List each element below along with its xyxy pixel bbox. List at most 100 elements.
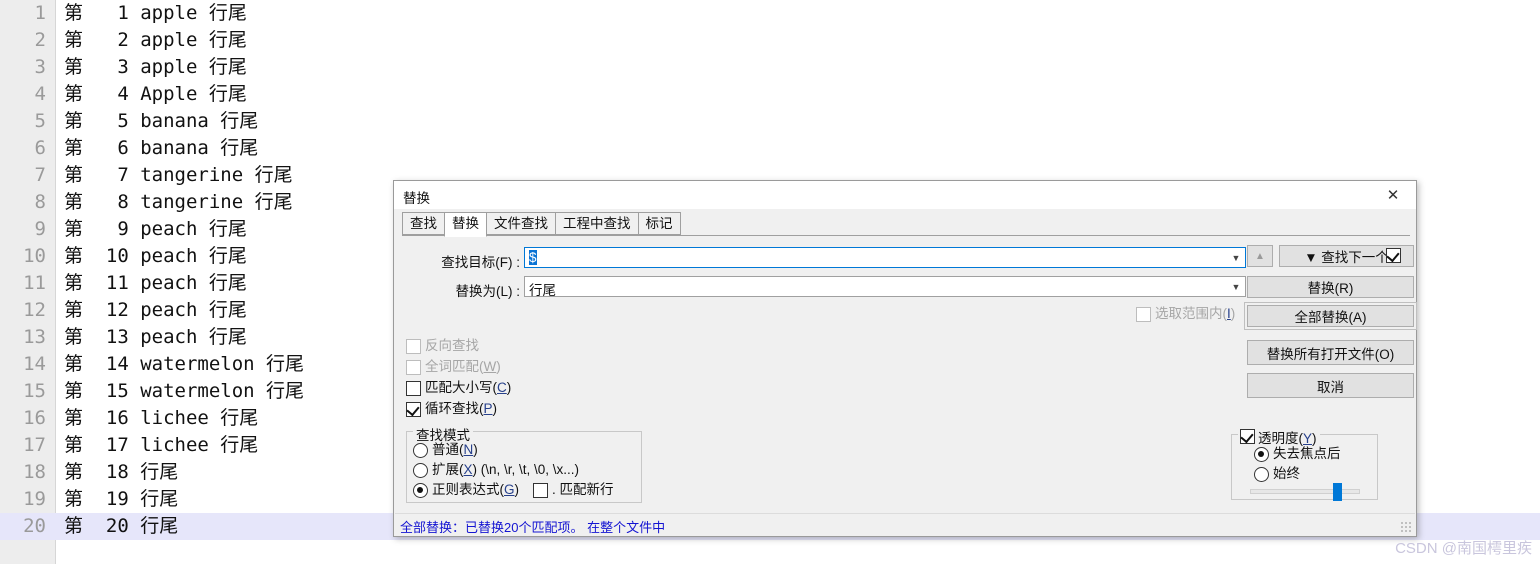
transparency-slider-track[interactable]: [1250, 489, 1360, 494]
transparency-accel: Y: [1303, 431, 1313, 446]
line-text: 第 2 apple 行尾: [64, 29, 247, 51]
transparency-title-wrap: 透明度(Y): [1238, 427, 1320, 447]
line-number: 4: [34, 83, 46, 105]
replace-all-button[interactable]: 全部替换(A): [1244, 302, 1417, 330]
resize-grip-icon[interactable]: [1400, 521, 1412, 533]
whole-word-label: 全词匹配: [425, 359, 479, 374]
line-number: 16: [23, 407, 46, 429]
tab-find-in-files[interactable]: 文件查找: [486, 212, 556, 235]
line-number: 2: [34, 29, 46, 51]
whole-word-accel: W: [483, 359, 497, 374]
line-text: 第 7 tangerine 行尾: [64, 164, 293, 186]
replace-with-input[interactable]: 行尾: [529, 279, 556, 299]
line-number: 3: [34, 56, 46, 78]
code-line[interactable]: 2 第 2 apple 行尾: [0, 27, 1540, 54]
line-number: 12: [23, 299, 46, 321]
replace-all-open-files-button[interactable]: 替换所有打开文件(O): [1247, 340, 1414, 365]
backward-search-label: 反向查找: [425, 338, 479, 353]
code-line[interactable]: 5 第 5 banana 行尾: [0, 108, 1540, 135]
radio-always[interactable]: 始终: [1254, 466, 1300, 482]
tabstrip: 查找 替换 文件查找 工程中查找 标记: [402, 212, 1410, 237]
backward-search-checkbox: 反向查找: [406, 338, 479, 354]
code-line[interactable]: 6 第 6 banana 行尾: [0, 135, 1540, 162]
dot-matches-newline-label: . 匹配新行: [552, 482, 614, 497]
tab-mark[interactable]: 标记: [637, 212, 681, 235]
line-number: 19: [23, 488, 46, 510]
radio-extended-suffix: (\n, \r, \t, \0, \x...): [477, 462, 580, 477]
wrap-around-label: 循环查找: [425, 401, 479, 416]
code-line[interactable]: 4 第 4 Apple 行尾: [0, 81, 1540, 108]
line-number: 13: [23, 326, 46, 348]
find-target-input[interactable]: $: [529, 250, 537, 265]
replace-button[interactable]: 替换(R): [1247, 276, 1414, 298]
replace-with-combobox[interactable]: 行尾 ▼: [524, 276, 1246, 299]
search-up-button[interactable]: ▲: [1247, 245, 1273, 267]
line-number: 18: [23, 461, 46, 483]
line-number: 5: [34, 110, 46, 132]
replace-with-label: 替换为(L) :: [455, 284, 520, 299]
tab-find[interactable]: 查找: [402, 212, 445, 235]
radio-extended[interactable]: 扩展(X) (\n, \r, \t, \0, \x...): [413, 462, 579, 478]
line-number: 11: [23, 272, 46, 294]
wrap-around-accel: P: [483, 401, 493, 416]
find-target-combobox[interactable]: $ ▼: [524, 247, 1246, 268]
replace-dialog[interactable]: 替换 ✕ 查找 替换 文件查找 工程中查找 标记 查找目标(F) : $ ▼ 替…: [393, 180, 1417, 537]
find-target-value: $: [529, 250, 537, 265]
line-text: 第 12 peach 行尾: [64, 299, 247, 321]
code-line[interactable]: 1 第 1 apple 行尾: [0, 0, 1540, 27]
line-number: 8: [34, 191, 46, 213]
dialog-body: 查找 替换 文件查找 工程中查找 标记 查找目标(F) : $ ▼ 替换为(L)…: [394, 209, 1417, 536]
radio-regex-accel: G: [504, 482, 515, 497]
line-text: 第 9 peach 行尾: [64, 218, 247, 240]
radio-normal[interactable]: 普通(N): [413, 442, 478, 458]
whole-word-checkbox: 全词匹配(W): [406, 359, 501, 375]
line-text: 第 20 行尾: [64, 515, 179, 537]
in-selection-checkbox: 选取范围内(I): [1136, 306, 1235, 322]
line-text: 第 15 watermelon 行尾: [64, 380, 305, 402]
chevron-down-icon[interactable]: ▼: [1227, 248, 1245, 267]
line-number: 9: [34, 218, 46, 240]
line-text: 第 13 peach 行尾: [64, 326, 247, 348]
line-number: 15: [23, 380, 46, 402]
search-mode-groupbox: 查找模式 普通(N) 扩展(X) (\n, \r, \t, \0, \x...)…: [406, 424, 642, 503]
search-mode-title: 查找模式: [413, 424, 473, 444]
match-case-accel: C: [497, 380, 507, 395]
line-number: 7: [34, 164, 46, 186]
find-target-label: 查找目标(F) :: [441, 255, 520, 270]
line-text: 第 10 peach 行尾: [64, 245, 247, 267]
chevron-down-icon-2[interactable]: ▼: [1227, 277, 1245, 296]
radio-extended-label: 扩展: [432, 462, 459, 477]
dot-matches-newline-checkbox[interactable]: . 匹配新行: [533, 482, 614, 498]
line-number: 14: [23, 353, 46, 375]
dialog-titlebar[interactable]: 替换 ✕: [394, 181, 1416, 209]
in-selection-label: 选取范围内: [1155, 306, 1223, 321]
radio-normal-accel: N: [463, 442, 474, 457]
line-text: 第 16 lichee 行尾: [64, 407, 259, 429]
dialog-title: 替换: [403, 191, 430, 206]
transparency-groupbox: 透明度(Y) 失去焦点后 始终: [1231, 427, 1378, 501]
line-text: 第 17 lichee 行尾: [64, 434, 259, 456]
radio-regex[interactable]: 正则表达式(G): [413, 482, 519, 498]
match-case-checkbox[interactable]: 匹配大小写(C): [406, 380, 511, 396]
close-icon[interactable]: ✕: [1373, 181, 1413, 208]
line-number: 10: [23, 245, 46, 267]
radio-on-losing-focus[interactable]: 失去焦点后: [1254, 446, 1341, 462]
line-text: 第 11 peach 行尾: [64, 272, 247, 294]
line-text: 第 19 行尾: [64, 488, 179, 510]
wrap-around-checkbox[interactable]: 循环查找(P): [406, 401, 497, 417]
line-text: 第 8 tangerine 行尾: [64, 191, 293, 213]
line-number: 17: [23, 434, 46, 456]
screen: 1 第 1 apple 行尾 2 第 2 apple 行尾 3 第 3 apple 行尾 4…: [0, 0, 1540, 564]
cancel-button[interactable]: 取消: [1247, 373, 1414, 398]
in-selection-accel: I: [1227, 306, 1231, 321]
tab-replace[interactable]: 替换: [444, 212, 487, 237]
dialog-status-bar: 全部替换：已替换20个匹配项。 在整个文件中: [395, 513, 1415, 535]
code-line[interactable]: 3 第 3 apple 行尾: [0, 54, 1540, 81]
tab-find-in-project[interactable]: 工程中查找: [555, 212, 639, 235]
line-text: 第 18 行尾: [64, 461, 179, 483]
match-case-label: 匹配大小写: [425, 380, 493, 395]
line-text: 第 4 Apple 行尾: [64, 83, 247, 105]
line-text: 第 3 apple 行尾: [64, 56, 247, 78]
transparency-slider-thumb[interactable]: [1333, 483, 1342, 501]
line-number: 6: [34, 137, 46, 159]
